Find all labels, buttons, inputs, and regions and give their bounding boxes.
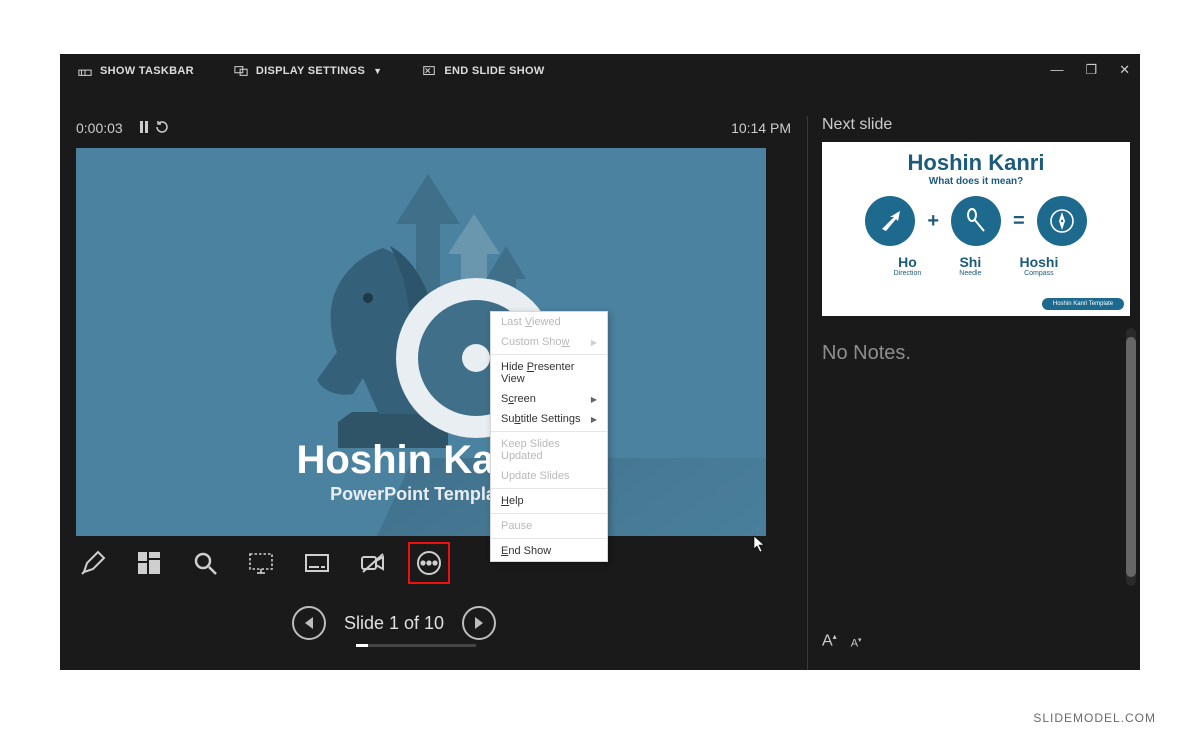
top-toolbar: SHOW TASKBAR DISPLAY SETTINGS ▼ END SLID… [60,54,1140,88]
minimize-button[interactable]: — [1050,62,1063,78]
menu-separator [491,538,607,539]
next-slide-preview[interactable]: Hoshin Kanri What does it mean? + = [822,142,1130,316]
notes-empty-label: No Notes. [822,342,1128,365]
increase-font-button[interactable]: A▴ [822,632,837,650]
slide-navigator: Slide 1 of 10 [292,606,496,640]
submenu-arrow-icon: ▶ [591,415,597,424]
end-show-icon [422,64,436,78]
menu-item-last-viewed: Last Viewed [491,312,607,332]
display-settings-icon [234,64,248,78]
pen-tool-button[interactable] [76,546,110,580]
watermark: SLIDEMODEL.COM [1033,711,1156,725]
decrease-font-button[interactable]: A▾ [851,636,862,650]
context-menu: Last ViewedCustom Show▶ Hide Presenter Vi… [490,311,608,562]
subtitles-button[interactable] [300,546,334,580]
menu-item-update-slides: Update Slides [491,466,607,486]
menu-item-help[interactable]: Help [491,491,607,511]
notes-font-controls: A▴ A▾ [822,632,862,650]
menu-item-custom-show: Custom Show▶ [491,332,607,352]
next-slide-subtitle: What does it mean? [822,176,1130,187]
arrow-up-icon [865,196,915,246]
menu-item-hide-presenter-view[interactable]: Hide Presenter View [491,357,607,389]
compass-icon [1037,196,1087,246]
dropdown-caret-icon: ▼ [373,66,382,76]
menu-separator [491,431,607,432]
display-settings-label: DISPLAY SETTINGS [256,65,365,77]
submenu-arrow-icon: ▶ [591,338,597,347]
submenu-arrow-icon: ▶ [591,395,597,404]
timer-row: 0:00:03 10:14 PM [76,116,791,140]
menu-item-keep-slides-updated: Keep Slides Updated [491,434,607,466]
black-screen-button[interactable] [244,546,278,580]
notes-scrollbar[interactable] [1126,328,1136,586]
next-slide-labels: HoDirection ShiNeedle HoshiCompass [822,254,1130,277]
more-options-button[interactable] [412,546,446,580]
see-all-slides-button[interactable] [132,546,166,580]
scrollbar-thumb[interactable] [1126,337,1136,577]
current-slide-preview[interactable]: Hoshin Kanri PowerPoint Template [76,148,766,536]
prev-slide-button[interactable] [292,606,326,640]
next-slide-heading: Next slide [822,116,1128,134]
equals-symbol: = [1013,210,1025,233]
reset-timer-button[interactable] [155,120,169,137]
end-slide-show-label: END SLIDE SHOW [444,65,544,77]
menu-separator [491,354,607,355]
menu-item-screen[interactable]: Screen▶ [491,389,607,409]
menu-item-subtitle-settings[interactable]: Subtitle Settings▶ [491,409,607,429]
close-button[interactable]: ✕ [1119,62,1130,78]
needle-icon [951,196,1001,246]
end-slide-show-button[interactable]: END SLIDE SHOW [422,64,544,78]
menu-separator [491,513,607,514]
restore-button[interactable]: ❐ [1085,62,1097,78]
slide-progress-bar [356,644,476,647]
display-settings-button[interactable]: DISPLAY SETTINGS ▼ [234,64,383,78]
presenter-view-window: — ❐ ✕ SHOW TASKBAR DISPLAY SETTINGS ▼ [60,54,1140,670]
zoom-button[interactable] [188,546,222,580]
slide-title: Hoshin Kanri [76,438,766,483]
clock: 10:14 PM [731,120,791,136]
next-slide-title: Hoshin Kanri [822,150,1130,176]
show-taskbar-label: SHOW TASKBAR [100,65,194,77]
next-slide-button[interactable] [462,606,496,640]
next-slide-iconrow: + = [822,196,1130,246]
window-controls: — ❐ ✕ [1050,62,1130,78]
elapsed-timer: 0:00:03 [76,120,123,136]
slide-subtitle: PowerPoint Template [76,484,766,505]
presenter-toolbar [76,546,446,580]
slide-counter-label: Slide 1 of 10 [344,613,444,634]
right-column: Next slide Hoshin Kanri What does it mea… [808,116,1140,670]
pause-timer-button[interactable] [139,120,149,136]
menu-item-end-show[interactable]: End Show [491,541,607,561]
menu-separator [491,488,607,489]
show-taskbar-button[interactable]: SHOW TASKBAR [78,64,194,78]
camera-off-button[interactable] [356,546,390,580]
template-badge: Hoshin Kanri Template [1042,298,1124,310]
plus-symbol: + [927,210,939,233]
mouse-cursor-icon [753,535,767,556]
left-column: 0:00:03 10:14 PM [60,116,807,670]
taskbar-icon [78,64,92,78]
menu-item-pause: Pause [491,516,607,536]
